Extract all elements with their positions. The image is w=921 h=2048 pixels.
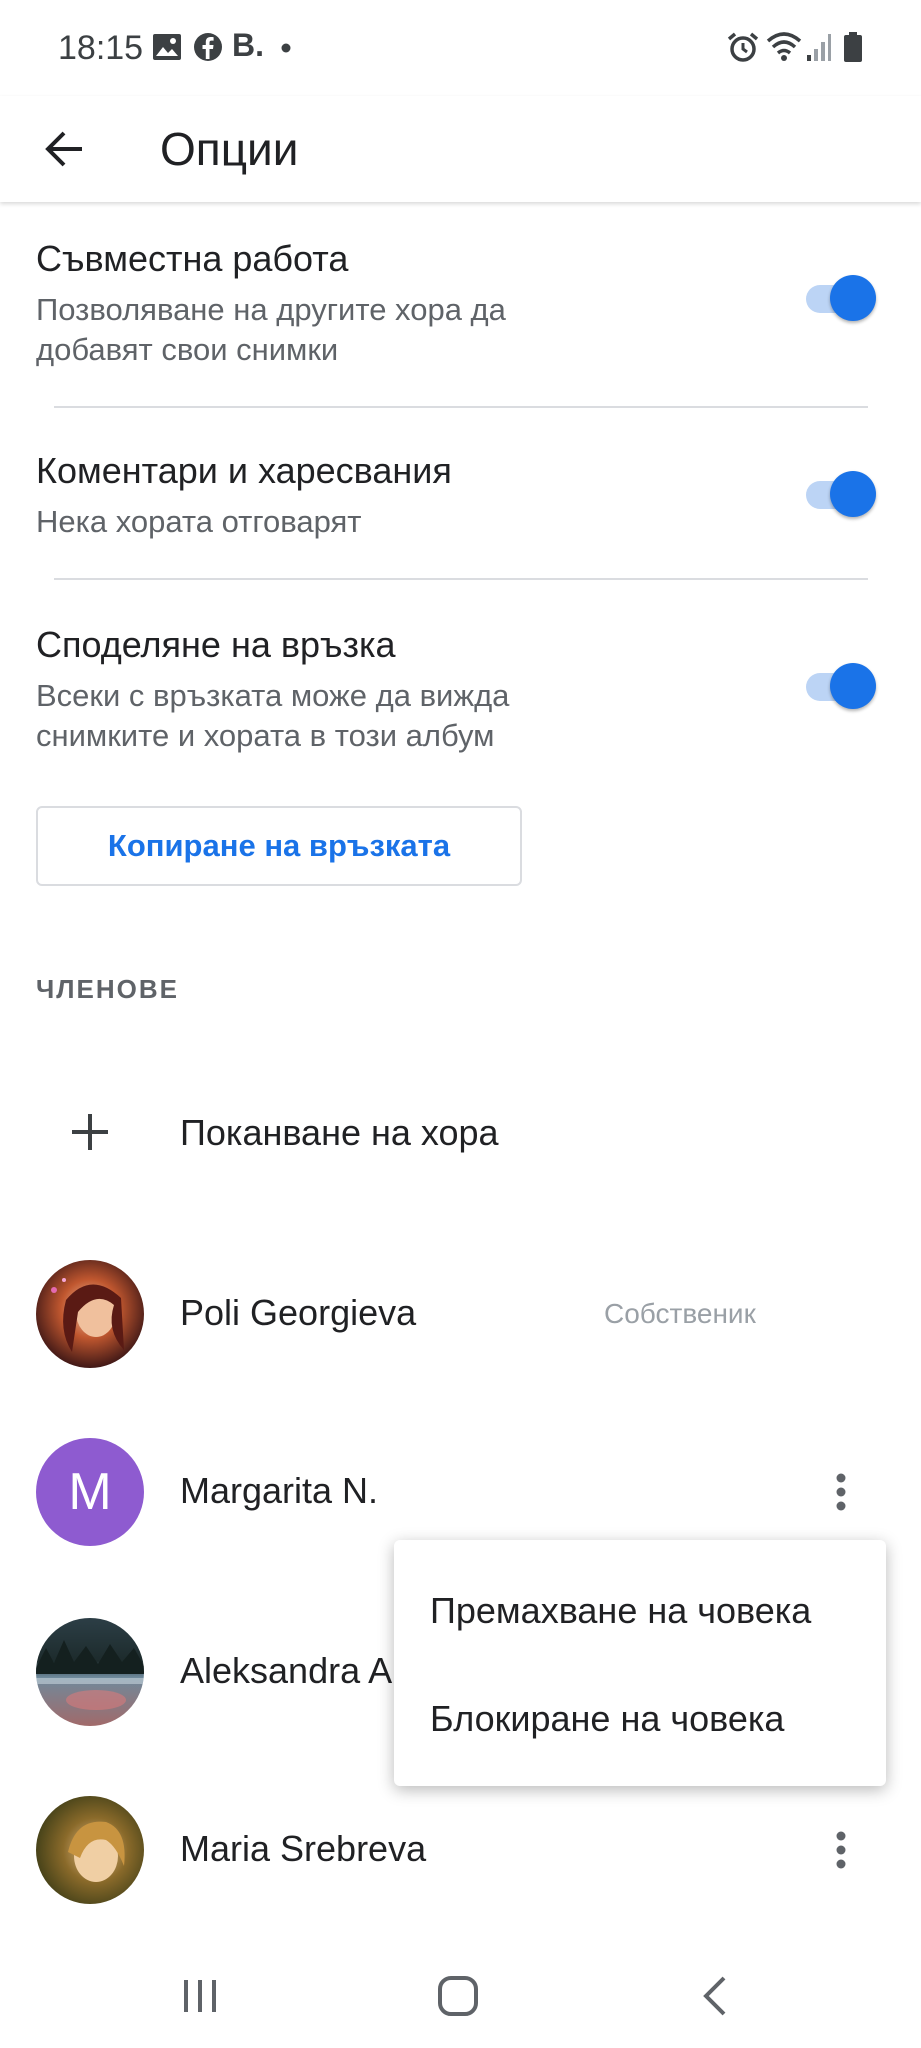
navigation-bar (0, 1940, 921, 2048)
recents-icon[interactable] (180, 1976, 220, 2016)
home-icon[interactable] (436, 1974, 480, 2018)
wifi-icon (766, 32, 802, 61)
toggle-thumb (830, 663, 876, 709)
divider (54, 406, 868, 408)
member-options-menu: Премахване на човека Блокиране на човека (394, 1540, 886, 1786)
comments-title: Коментари и харесвания (36, 450, 452, 491)
avatar: M (36, 1438, 144, 1546)
invite-label: Поканване на хора (180, 1112, 499, 1153)
app-bar: Опции (0, 96, 921, 202)
member-name: Poli Georgieva (180, 1292, 417, 1333)
page-title: Опции (160, 123, 299, 175)
collaboration-toggle[interactable] (806, 272, 878, 324)
collaboration-setting[interactable]: Съвместна работа Позволяване на другите … (0, 230, 921, 380)
member-name: Margarita N. (180, 1470, 379, 1511)
member-row[interactable]: Poli Georgieva Собственик (0, 1260, 921, 1380)
battery-icon (844, 32, 862, 62)
comments-toggle[interactable] (806, 468, 878, 520)
owner-label: Собственик (604, 1298, 756, 1329)
member-name: Maria Srebreva (180, 1828, 427, 1869)
plus-icon (72, 1114, 108, 1150)
b-letter-icon: B. (232, 27, 264, 63)
arrow-back-icon (45, 131, 82, 167)
more-vert-icon (836, 1473, 846, 1511)
dot-icon (281, 43, 291, 53)
block-person-menu-item[interactable]: Блокиране на човека (430, 1698, 784, 1740)
back-button[interactable] (24, 116, 104, 182)
comments-setting[interactable]: Коментари и харесвания Нека хората отгов… (0, 442, 921, 552)
copy-link-button[interactable]: Копиране на връзката (36, 806, 522, 886)
back-nav-icon[interactable] (700, 1974, 730, 2018)
avatar (36, 1796, 144, 1904)
more-options-button[interactable] (820, 1822, 862, 1878)
more-options-button[interactable] (820, 1464, 862, 1520)
member-name: Aleksandra A (180, 1650, 393, 1691)
link-sharing-toggle[interactable] (806, 660, 878, 712)
toggle-thumb (830, 275, 876, 321)
collaboration-subtitle: Позволяване на другите хора да добавят с… (36, 292, 506, 367)
members-header: ЧЛЕНОВЕ (36, 974, 179, 1004)
divider (54, 578, 868, 580)
facebook-icon (194, 33, 222, 61)
status-bar: 18:15 B. (0, 0, 921, 96)
image-icon (153, 34, 181, 60)
collaboration-title: Съвместна работа (36, 238, 349, 279)
more-vert-icon (836, 1831, 846, 1869)
comments-subtitle: Нека хората отговарят (36, 504, 362, 539)
status-time: 18:15 (58, 29, 144, 67)
avatar (36, 1618, 144, 1726)
alarm-icon (727, 32, 759, 62)
invite-people-button[interactable]: Поканване на хора (0, 1090, 921, 1180)
member-row[interactable]: Maria Srebreva (0, 1796, 921, 1916)
avatar-letter: M (68, 1463, 112, 1521)
avatar (36, 1260, 144, 1368)
remove-person-menu-item[interactable]: Премахване на човека (430, 1590, 811, 1632)
signal-icon (807, 34, 831, 61)
link-sharing-title: Споделяне на връзка (36, 624, 396, 665)
link-sharing-subtitle: Всеки с връзката може да вижда снимките … (36, 678, 510, 753)
link-sharing-setting[interactable]: Споделяне на връзка Всеки с връзката мож… (0, 616, 921, 766)
toggle-thumb (830, 471, 876, 517)
